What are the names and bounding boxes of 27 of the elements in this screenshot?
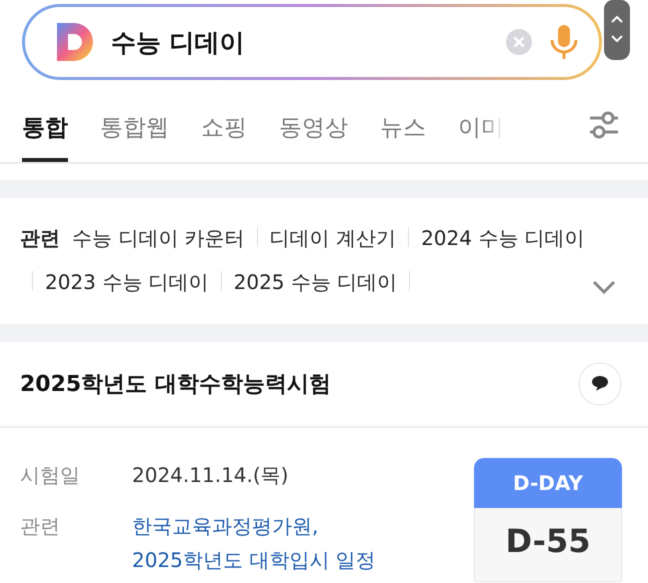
tab[interactable]: 통합웹 xyxy=(100,92,169,162)
tab[interactable]: 통합 xyxy=(22,92,68,162)
info-value: 2024.11.14.(목) xyxy=(132,462,290,489)
related-label: 관련 xyxy=(20,226,60,250)
related-search-link[interactable]: 2023 수능 디데이 xyxy=(45,270,209,294)
card-title: 2025학년도 대학수학능력시험 xyxy=(20,371,331,399)
tab[interactable]: 쇼핑 xyxy=(201,92,247,162)
search-field[interactable]: 수능 디데이 xyxy=(22,4,602,80)
d-day-label: D-DAY xyxy=(474,458,622,508)
info-link[interactable]: 2025학년도 대학입시 일정 xyxy=(132,543,376,577)
tab[interactable]: 뉴스 xyxy=(380,92,426,162)
tab[interactable]: 동영상 xyxy=(279,92,348,162)
related-search-link[interactable]: 디데이 계산기 xyxy=(270,226,396,250)
logo-icon xyxy=(55,22,95,62)
d-day-count: D-55 xyxy=(474,508,622,582)
related-search-link[interactable]: 수능 디데이 카운터 xyxy=(72,226,245,250)
comment-icon[interactable] xyxy=(578,362,622,406)
related-search-link[interactable]: 2024 수능 디데이 xyxy=(421,226,585,250)
tab[interactable]: 이미 xyxy=(458,92,504,162)
info-link[interactable]: 한국교육과정평가원, xyxy=(132,509,318,543)
related-search-link[interactable]: 2025 수능 디데이 xyxy=(234,270,398,294)
microphone-icon[interactable] xyxy=(549,23,579,61)
info-label: 시험일 xyxy=(20,462,81,489)
info-label: 관련 xyxy=(20,513,61,540)
scroll-handle-icon[interactable] xyxy=(604,0,630,60)
chevron-down-icon[interactable] xyxy=(592,280,616,294)
search-query: 수능 디데이 xyxy=(111,26,246,58)
